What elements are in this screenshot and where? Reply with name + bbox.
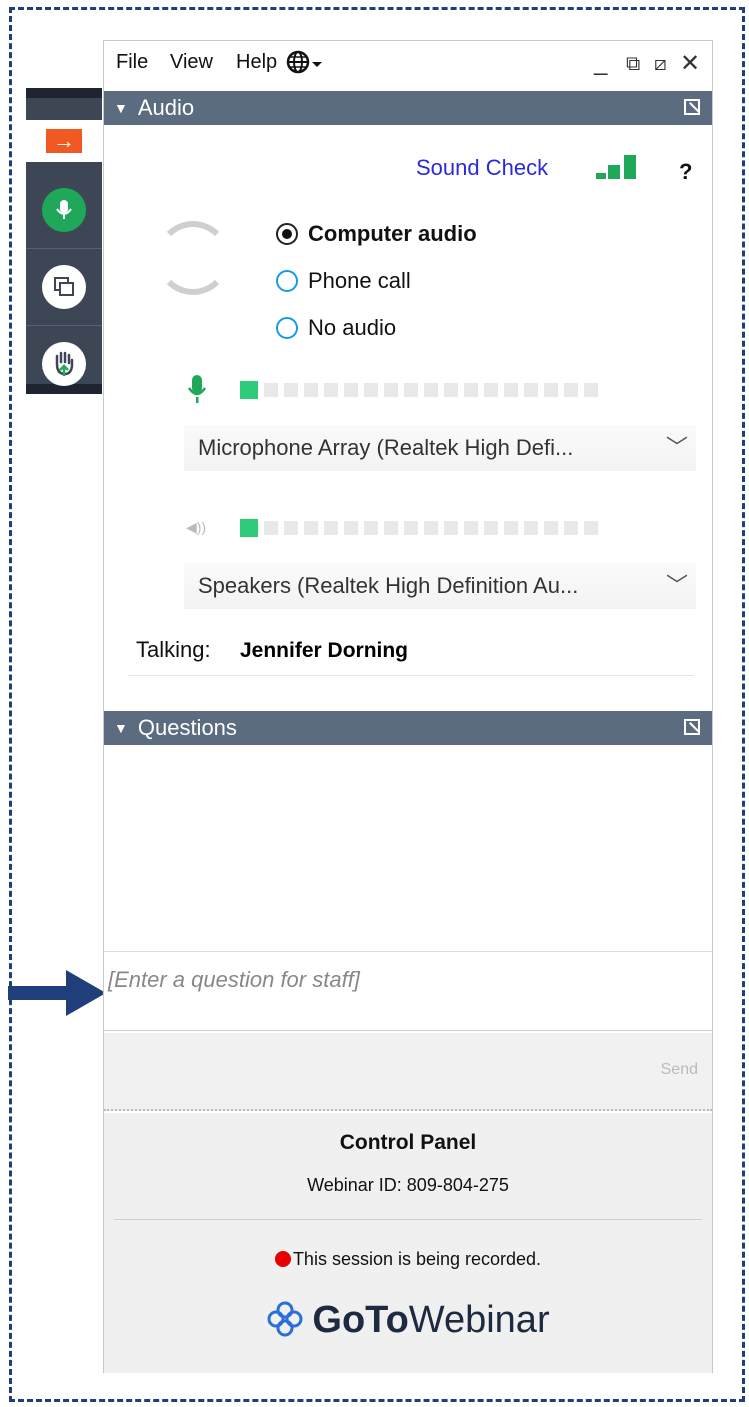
chevron-down-icon: ﹀: [665, 573, 688, 598]
microphone-select[interactable]: Microphone Array (Realtek High Defi... ﹀: [184, 425, 696, 471]
raise-hand-button[interactable]: [26, 326, 102, 402]
brand-bold: GoTo: [312, 1299, 409, 1341]
questions-log: [104, 747, 712, 952]
webinar-id: Webinar ID: 809-804-275: [307, 1175, 509, 1195]
speaker-select[interactable]: Speakers (Realtek High Definition Au... …: [184, 563, 696, 609]
radio-checked-icon: [276, 223, 298, 245]
mute-button[interactable]: [26, 172, 102, 249]
talking-indicator: Talking: Jennifer Dorning: [128, 625, 694, 676]
microphone-level-icon: [187, 375, 207, 410]
microphone-select-value: Microphone Array (Realtek High Defi...: [198, 435, 574, 460]
send-button[interactable]: Send: [661, 1061, 698, 1079]
popout-icon[interactable]: [684, 99, 700, 115]
audio-header-label: Audio: [137, 95, 195, 120]
recording-notice: This session is being recorded.: [104, 1249, 712, 1270]
language-globe-icon[interactable]: [286, 49, 326, 81]
help-icon[interactable]: ?: [679, 159, 692, 185]
gotowebinar-flower-icon: [266, 1300, 304, 1348]
questions-header-label: Questions: [137, 715, 237, 740]
radio-unchecked-icon: [276, 270, 298, 292]
radio-computer-audio[interactable]: Computer audio: [276, 221, 477, 247]
menu-file[interactable]: File: [116, 51, 148, 74]
brand-light: Webinar: [408, 1299, 550, 1341]
close-button[interactable]: ✕: [680, 49, 700, 78]
menu-view[interactable]: View: [170, 51, 213, 74]
pointer-arrow-icon: [8, 970, 106, 1016]
questions-section-header[interactable]: ▼ Questions: [104, 711, 712, 745]
radio-no-audio[interactable]: No audio: [276, 315, 396, 341]
control-panel-window: File View Help _ ⧉ ⧄ ✕ ▼ Audio Sound Chec…: [103, 40, 713, 1373]
loading-spinner-icon: [156, 221, 230, 295]
no-audio-label: No audio: [308, 315, 397, 340]
arrow-right-icon: →: [46, 129, 82, 153]
menu-bar: File View Help _ ⧉ ⧄ ✕: [104, 41, 712, 89]
speaker-icon: ◀)): [186, 519, 207, 535]
recording-dot-icon: [274, 1251, 291, 1267]
speaker-select-value: Speakers (Realtek High Definition Au...: [198, 573, 579, 598]
sound-check-link[interactable]: Sound Check: [416, 155, 548, 181]
screen-share-button[interactable]: [26, 249, 102, 326]
popout-icon[interactable]: [684, 719, 700, 735]
hand-icon: [42, 342, 86, 386]
collapse-triangle-icon: ▼: [114, 720, 128, 736]
speaker-level-meter: [240, 519, 598, 537]
radio-phone-call[interactable]: Phone call: [276, 268, 411, 294]
expand-panel-button[interactable]: →: [26, 120, 102, 162]
recording-notice-text: This session is being recorded.: [292, 1249, 542, 1269]
minimize-button[interactable]: _: [594, 49, 607, 77]
screen-icon: [42, 265, 86, 309]
chevron-down-icon: ﹀: [665, 435, 688, 460]
popout-window-button[interactable]: ⧄: [654, 53, 667, 76]
control-panel-title: Control Panel: [339, 1131, 477, 1154]
footer-divider: [114, 1219, 702, 1220]
control-panel-footer: Control Panel Webinar ID: 809-804-275 Th…: [104, 1113, 712, 1373]
restore-button[interactable]: ⧉: [626, 53, 640, 76]
collapse-triangle-icon: ▼: [114, 100, 128, 116]
radio-unchecked-icon: [276, 317, 298, 339]
microphone-icon: [42, 188, 86, 232]
talking-name: Jennifer Dorning: [240, 639, 409, 662]
talking-label: Talking:: [136, 637, 211, 662]
phone-call-label: Phone call: [308, 268, 411, 293]
side-toolbar: →: [26, 88, 102, 394]
gotowebinar-logo: GoToWebinar: [104, 1299, 712, 1348]
computer-audio-label: Computer audio: [308, 221, 477, 246]
send-area: Send: [104, 1033, 712, 1111]
menu-help[interactable]: Help: [236, 51, 277, 74]
audio-section-header[interactable]: ▼ Audio: [104, 91, 712, 125]
microphone-level-meter: [240, 381, 598, 399]
question-input[interactable]: [Enter a question for staff]: [104, 953, 712, 1031]
